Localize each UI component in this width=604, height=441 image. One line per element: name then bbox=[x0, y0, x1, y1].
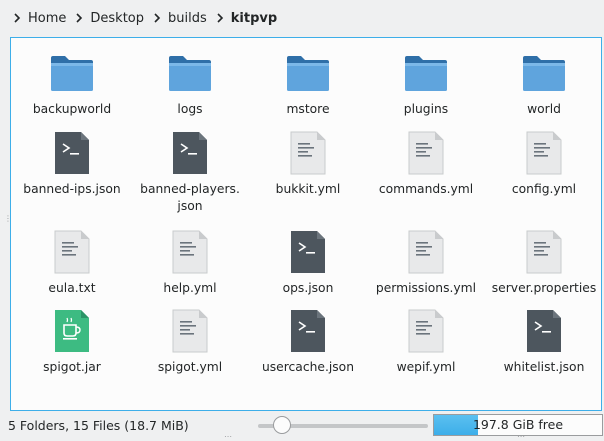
left-splitter-grip[interactable]: ⋮ bbox=[4, 214, 12, 223]
file-name: whitelist.json bbox=[503, 360, 585, 374]
file-item[interactable]: config.yml bbox=[485, 129, 603, 198]
file-item[interactable]: permissions.yml bbox=[367, 228, 485, 297]
text-file-icon bbox=[402, 228, 450, 276]
file-name: help.yml bbox=[163, 281, 217, 295]
folder-item[interactable]: plugins bbox=[367, 49, 485, 118]
text-file-icon bbox=[520, 228, 568, 276]
script-file-icon bbox=[520, 307, 568, 355]
file-item[interactable]: bukkit.yml bbox=[249, 129, 367, 198]
file-item[interactable]: spigot.jar bbox=[13, 307, 131, 376]
text-file-icon bbox=[48, 228, 96, 276]
file-name: commands.yml bbox=[378, 182, 474, 196]
file-item[interactable]: usercache.json bbox=[249, 307, 367, 376]
file-name: bukkit.yml bbox=[275, 182, 341, 196]
folder-item[interactable]: world bbox=[485, 49, 603, 118]
java-jar-icon bbox=[48, 307, 96, 355]
folder-item[interactable]: logs bbox=[131, 49, 249, 118]
file-name: ops.json bbox=[282, 281, 334, 295]
chevron-right-icon bbox=[213, 11, 227, 25]
file-item[interactable]: whitelist.json bbox=[485, 307, 603, 376]
file-name: usercache.json bbox=[261, 360, 355, 374]
file-name: config.yml bbox=[511, 182, 577, 196]
file-name: spigot.jar bbox=[43, 360, 101, 374]
free-space-bar: 197.8 GiB free bbox=[433, 414, 603, 436]
breadcrumb-item-home[interactable]: Home bbox=[24, 11, 70, 26]
status-summary: 5 Folders, 15 Files (18.7 MiB) bbox=[8, 418, 189, 433]
file-item[interactable]: spigot.yml bbox=[131, 307, 249, 376]
breadcrumb-item-desktop[interactable]: Desktop bbox=[86, 11, 148, 26]
free-space-label: 197.8 GiB free bbox=[472, 417, 564, 432]
file-name: server.properties bbox=[491, 281, 597, 295]
file-item[interactable]: commands.yml bbox=[367, 129, 485, 198]
file-name: banned-players. json bbox=[140, 182, 240, 213]
chevron-right-icon bbox=[10, 11, 24, 25]
text-file-icon bbox=[520, 129, 568, 177]
folder-icon bbox=[520, 49, 568, 97]
file-item[interactable]: banned-ips.json bbox=[13, 129, 131, 198]
text-file-icon bbox=[402, 129, 450, 177]
script-file-icon bbox=[284, 228, 332, 276]
folder-icon bbox=[166, 49, 214, 97]
script-file-icon bbox=[284, 307, 332, 355]
file-name: spigot.yml bbox=[157, 360, 223, 374]
folder-icon bbox=[284, 49, 332, 97]
file-view[interactable]: backupworld logs mstore plugins world banned-… bbox=[10, 37, 602, 411]
chevron-right-icon bbox=[72, 11, 86, 25]
file-name: plugins bbox=[403, 102, 449, 116]
text-file-icon bbox=[166, 307, 214, 355]
file-name: wepif.yml bbox=[396, 360, 456, 374]
file-name: world bbox=[527, 102, 561, 116]
file-item[interactable]: ops.json bbox=[249, 228, 367, 297]
text-file-icon bbox=[402, 307, 450, 355]
file-name: permissions.yml bbox=[375, 281, 477, 295]
file-item[interactable]: server.properties bbox=[485, 228, 603, 297]
chevron-right-icon bbox=[150, 11, 164, 25]
file-item[interactable]: banned-players. json bbox=[131, 129, 249, 215]
folder-item[interactable]: backupworld bbox=[13, 49, 131, 118]
folder-icon bbox=[402, 49, 450, 97]
zoom-slider-handle[interactable] bbox=[272, 416, 291, 434]
script-file-icon bbox=[48, 129, 96, 177]
folder-item[interactable]: mstore bbox=[249, 49, 367, 118]
file-name: backupworld bbox=[32, 102, 112, 116]
file-item[interactable]: help.yml bbox=[131, 228, 249, 297]
folder-icon bbox=[48, 49, 96, 97]
file-name: banned-ips.json bbox=[23, 182, 121, 196]
breadcrumb-item-kitpvp[interactable]: kitpvp bbox=[227, 11, 281, 26]
text-file-icon bbox=[284, 129, 332, 177]
text-file-icon bbox=[166, 228, 214, 276]
file-name: eula.txt bbox=[48, 281, 96, 295]
file-item[interactable]: eula.txt bbox=[13, 228, 131, 297]
breadcrumb-item-builds[interactable]: builds bbox=[164, 11, 211, 26]
file-grid: backupworld logs mstore plugins world banned-… bbox=[11, 38, 601, 410]
file-name: logs bbox=[177, 102, 203, 116]
file-item[interactable]: wepif.yml bbox=[367, 307, 485, 376]
file-name: mstore bbox=[286, 102, 330, 116]
breadcrumb: Home Desktop builds kitpvp bbox=[0, 0, 604, 36]
script-file-icon bbox=[166, 129, 214, 177]
